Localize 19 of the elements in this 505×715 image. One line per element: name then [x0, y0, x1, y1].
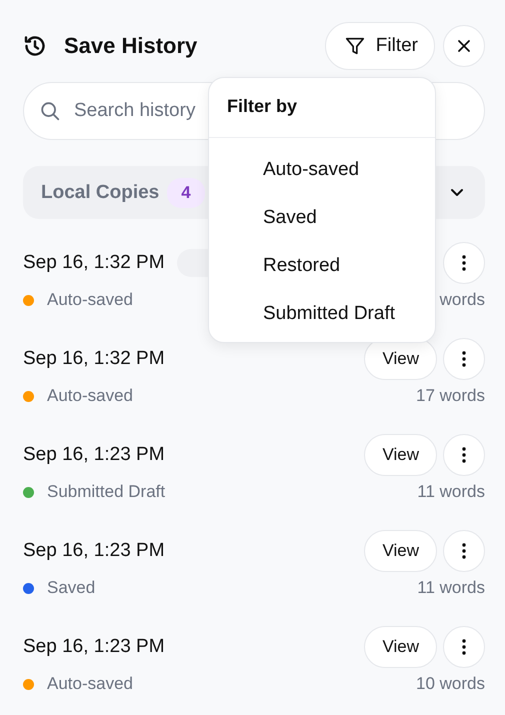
status-label: Auto-saved	[47, 386, 133, 406]
status-label: Auto-saved	[47, 290, 133, 310]
entry-date: Sep 16, 1:32 PM	[23, 252, 165, 274]
entry-date: Sep 16, 1:32 PM	[23, 348, 165, 370]
section-label: Local Copies	[41, 182, 160, 204]
count-badge: 4	[167, 178, 205, 208]
word-count: words	[440, 290, 485, 310]
panel-title: Save History	[64, 33, 198, 59]
word-count: 10 words	[416, 674, 485, 694]
menu-title: Filter by	[209, 78, 435, 138]
word-count: 17 words	[416, 386, 485, 406]
status-label: Saved	[47, 578, 96, 598]
status-label: Submitted Draft	[47, 482, 166, 502]
status-label: Auto-saved	[47, 674, 133, 694]
entry-date: Sep 16, 1:23 PM	[23, 444, 165, 466]
word-count: 11 words	[417, 578, 485, 598]
entry-date: Sep 16, 1:23 PM	[23, 540, 165, 562]
word-count: 11 words	[417, 482, 485, 502]
entry-date: Sep 16, 1:23 PM	[23, 636, 165, 658]
